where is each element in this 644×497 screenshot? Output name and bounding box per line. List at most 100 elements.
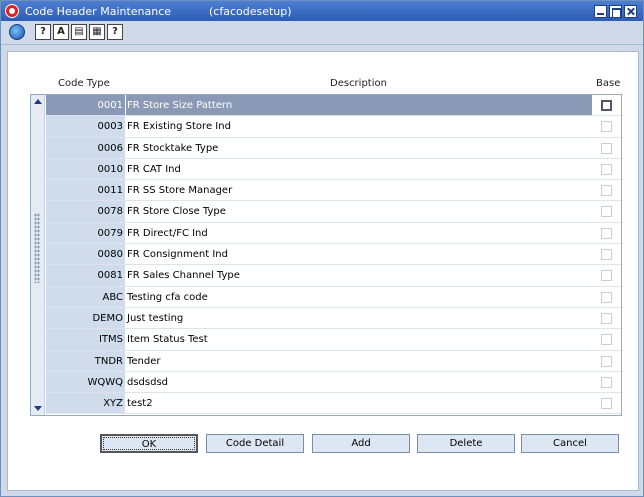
table-row[interactable]: 0079 FR Direct/FC Ind	[46, 222, 621, 245]
description-cell[interactable]: dsdsdsd	[126, 372, 592, 392]
base-cell	[592, 265, 621, 285]
description-cell[interactable]: FR Existing Store Ind	[126, 116, 592, 136]
description-cell[interactable]: Testing cfa code	[126, 287, 592, 307]
calendar-icon[interactable]: ▤	[71, 24, 87, 40]
base-cell	[592, 329, 621, 349]
base-cell	[592, 180, 621, 200]
help-icon[interactable]: A	[53, 24, 69, 40]
code-type-cell[interactable]: 0081	[46, 265, 125, 286]
table-row[interactable]: XYZ test2	[46, 393, 621, 415]
code-type-cell[interactable]: 0011	[46, 180, 125, 201]
base-cell	[592, 287, 621, 307]
window-title: Code Header Maintenance	[25, 5, 172, 18]
base-checkbox[interactable]	[601, 121, 612, 133]
description-cell[interactable]: test2	[126, 393, 592, 413]
base-checkbox[interactable]	[601, 334, 612, 346]
base-checkbox[interactable]	[601, 398, 612, 410]
main-panel: Code Type Description Base 0001 FR Store…	[7, 51, 639, 491]
key-icon[interactable]: ?	[35, 24, 51, 40]
scroll-grip-icon[interactable]	[34, 213, 40, 283]
description-cell[interactable]: FR Stocktake Type	[126, 138, 592, 158]
base-checkbox[interactable]	[601, 312, 612, 324]
table-row[interactable]: DEMO Just testing	[46, 307, 621, 330]
code-type-cell[interactable]: 0006	[46, 137, 125, 158]
ok-button[interactable]: OK	[100, 434, 198, 453]
table-row[interactable]: 0080 FR Consignment Ind	[46, 244, 621, 266]
description-cell[interactable]: FR CAT Ind	[126, 159, 592, 179]
base-cell	[592, 308, 621, 328]
description-cell[interactable]: FR Store Close Type	[126, 201, 592, 221]
base-cell	[592, 138, 621, 158]
description-cell[interactable]: FR Consignment Ind	[126, 244, 592, 264]
close-icon[interactable]	[624, 5, 637, 18]
table-row[interactable]: 0010 FR CAT Ind	[46, 158, 621, 181]
code-type-cell[interactable]: 0078	[46, 201, 125, 222]
column-header-description: Description	[330, 78, 387, 89]
base-checkbox[interactable]	[601, 227, 612, 239]
description-cell[interactable]: FR SS Store Manager	[126, 180, 592, 200]
form-name: (cfacodesetup)	[209, 5, 292, 18]
table-row[interactable]: TNDR Tender	[46, 350, 621, 372]
code-type-cell[interactable]: WQWQ	[46, 371, 125, 393]
base-checkbox[interactable]	[601, 142, 612, 154]
base-checkbox[interactable]	[601, 270, 612, 282]
minimize-icon[interactable]	[594, 5, 607, 18]
base-checkbox[interactable]	[601, 291, 612, 303]
table-row[interactable]: WQWQ dsdsdsd	[46, 371, 621, 394]
clipboard-icon[interactable]: ▦	[89, 24, 105, 40]
base-cell	[592, 223, 621, 243]
base-checkbox[interactable]	[601, 163, 612, 175]
globe-icon[interactable]	[9, 24, 25, 40]
table-row[interactable]: 0081 FR Sales Channel Type	[46, 265, 621, 287]
description-cell[interactable]: Item Status Test	[126, 329, 592, 349]
description-cell[interactable]: Tender	[126, 351, 592, 371]
code-type-cell[interactable]: ITMS	[46, 329, 125, 350]
base-checkbox[interactable]	[601, 100, 612, 111]
title-bar[interactable]: Code Header Maintenance (cfacodesetup)	[1, 1, 643, 21]
code-type-grid: 0001 FR Store Size Pattern 0003 FR Exist…	[30, 94, 622, 416]
code-type-cell[interactable]: 0010	[46, 158, 125, 180]
base-cell	[592, 95, 621, 115]
code-type-cell[interactable]: DEMO	[46, 307, 125, 329]
table-row[interactable]: ITMS Item Status Test	[46, 329, 621, 351]
table-row[interactable]: 0006 FR Stocktake Type	[46, 137, 621, 159]
code-type-cell[interactable]: 0079	[46, 222, 125, 244]
base-checkbox[interactable]	[601, 376, 612, 388]
base-cell	[592, 201, 621, 221]
description-cell[interactable]: FR Direct/FC Ind	[126, 223, 592, 243]
base-checkbox[interactable]	[601, 206, 612, 218]
table-row[interactable]: ABC Testing cfa code	[46, 286, 621, 308]
table-row[interactable]: 0078 FR Store Close Type	[46, 201, 621, 223]
base-checkbox[interactable]	[601, 355, 612, 367]
table-row[interactable]: 0011 FR SS Store Manager	[46, 180, 621, 202]
base-checkbox[interactable]	[601, 249, 612, 261]
maximize-icon[interactable]	[609, 5, 622, 18]
question-icon[interactable]: ?	[107, 24, 123, 40]
base-checkbox[interactable]	[601, 185, 612, 197]
vertical-scrollbar[interactable]	[31, 95, 45, 415]
code-type-cell[interactable]: 0003	[46, 116, 125, 137]
base-cell	[592, 244, 621, 264]
column-header-code-type: Code Type	[58, 78, 110, 89]
table-row[interactable]: 0001 FR Store Size Pattern	[46, 95, 621, 117]
cancel-button[interactable]: Cancel	[521, 434, 619, 453]
scroll-down-icon[interactable]	[34, 406, 42, 411]
description-cell[interactable]: FR Store Size Pattern	[126, 95, 592, 116]
add-button[interactable]: Add	[312, 434, 410, 453]
code-type-cell[interactable]: ABC	[46, 286, 125, 307]
description-cell[interactable]: Just testing	[126, 308, 592, 328]
code-type-cell[interactable]: 0080	[46, 244, 125, 265]
code-type-cell[interactable]: TNDR	[46, 350, 125, 371]
toolbar: ? A ▤ ▦ ?	[1, 21, 643, 45]
table-row[interactable]: 0003 FR Existing Store Ind	[46, 116, 621, 138]
base-cell	[592, 351, 621, 371]
column-header-base: Base	[596, 78, 621, 89]
grid-rows: 0001 FR Store Size Pattern 0003 FR Exist…	[46, 95, 621, 415]
description-cell[interactable]: FR Sales Channel Type	[126, 265, 592, 285]
base-cell	[592, 116, 621, 136]
code-type-cell[interactable]: XYZ	[46, 393, 125, 414]
scroll-up-icon[interactable]	[34, 99, 42, 104]
code-detail-button[interactable]: Code Detail	[206, 434, 304, 453]
delete-button[interactable]: Delete	[417, 434, 515, 453]
code-type-cell[interactable]: 0001	[46, 95, 125, 116]
